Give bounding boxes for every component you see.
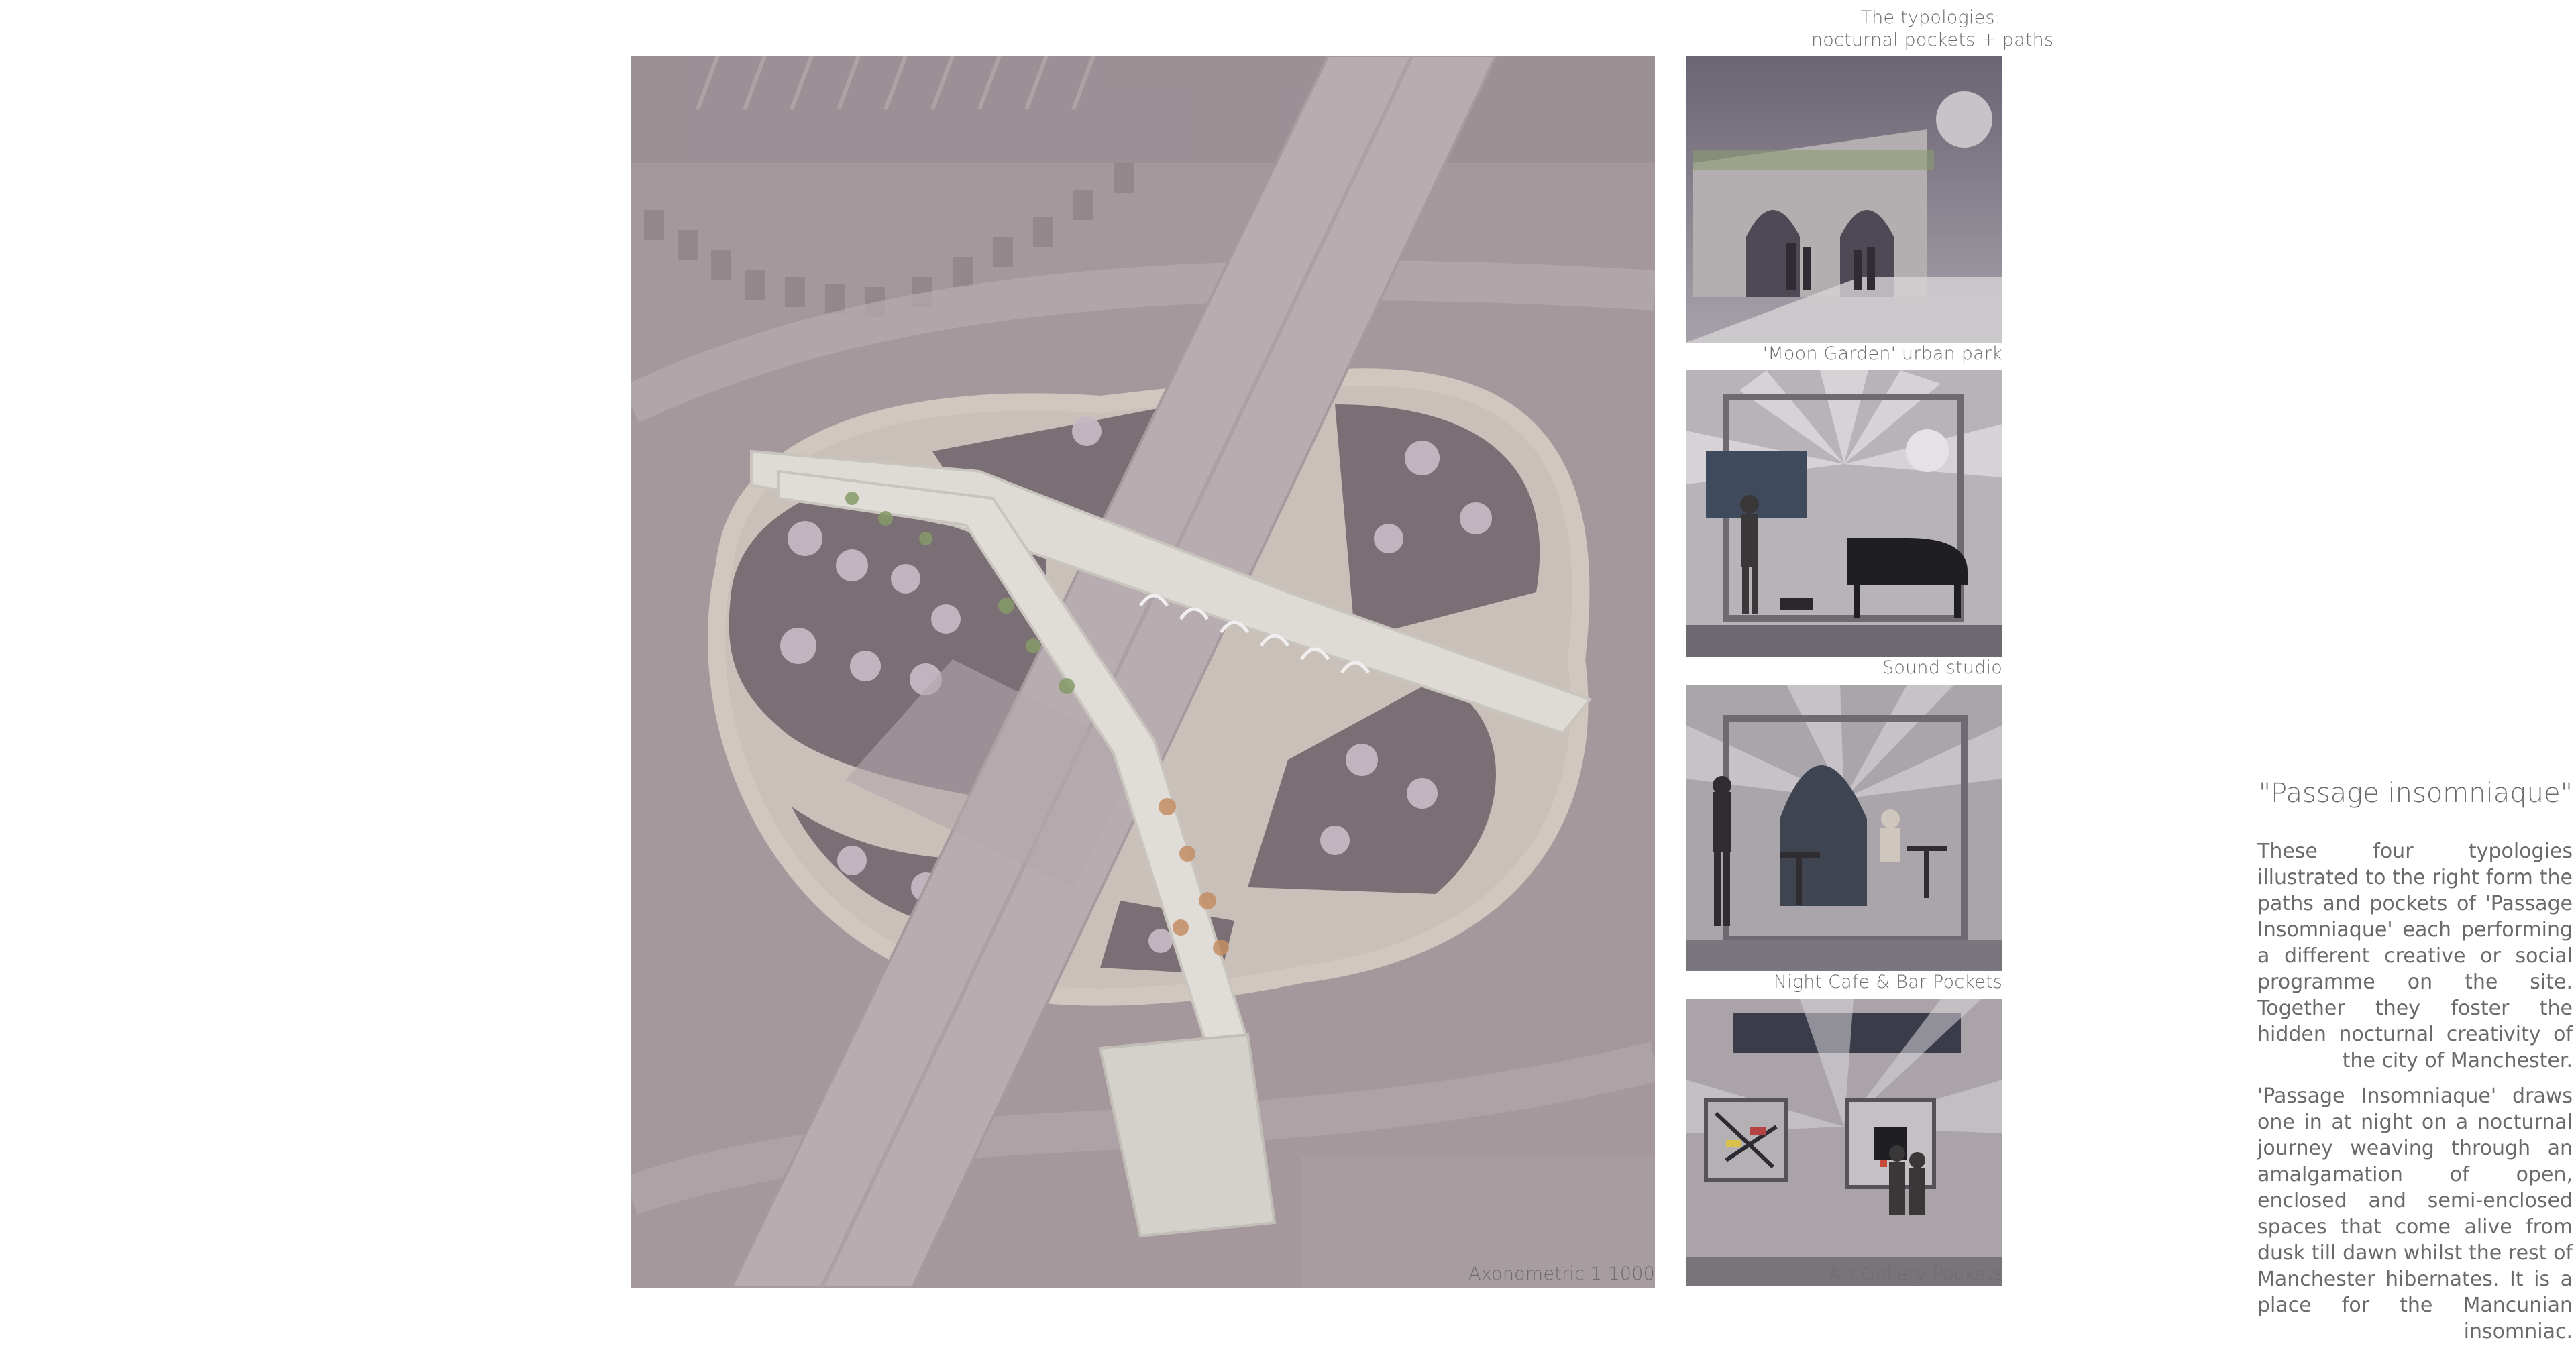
art-gallery-image: [1686, 999, 2002, 1286]
axonometric-illustration: [631, 56, 1655, 1288]
statement-title: "Passage insomniaque": [2258, 778, 2573, 809]
sound-studio-caption: Sound studio: [1882, 657, 2002, 678]
sound-studio-image: [1686, 370, 2002, 657]
night-cafe-caption: Night Cafe & Bar Pockets: [1773, 972, 2002, 993]
header-line-1: The typologies:: [1860, 7, 2001, 28]
moon-garden-caption: 'Moon Garden' urban park: [1762, 343, 2002, 364]
statement-paragraph-1: These four typologies illustrated to the…: [2257, 840, 2573, 1072]
axonometric-caption: Axonometric 1:1000: [1468, 1263, 1655, 1284]
header-line-2: nocturnal pockets + paths: [1811, 30, 2054, 50]
statement-paragraph-2: 'Passage Insomniaque' draws one in at ni…: [2257, 1084, 2573, 1343]
statement-body: These four typologies illustrated to the…: [2257, 838, 2573, 1354]
typologies-header: The typologies: nocturnal pockets + path…: [1811, 7, 2054, 51]
art-gallery-caption: Art Gallery Pockets: [1828, 1263, 2002, 1284]
axonometric-drawing: [631, 56, 1655, 1288]
moon-garden-image: [1686, 56, 2002, 343]
night-cafe-image: [1686, 685, 2002, 971]
